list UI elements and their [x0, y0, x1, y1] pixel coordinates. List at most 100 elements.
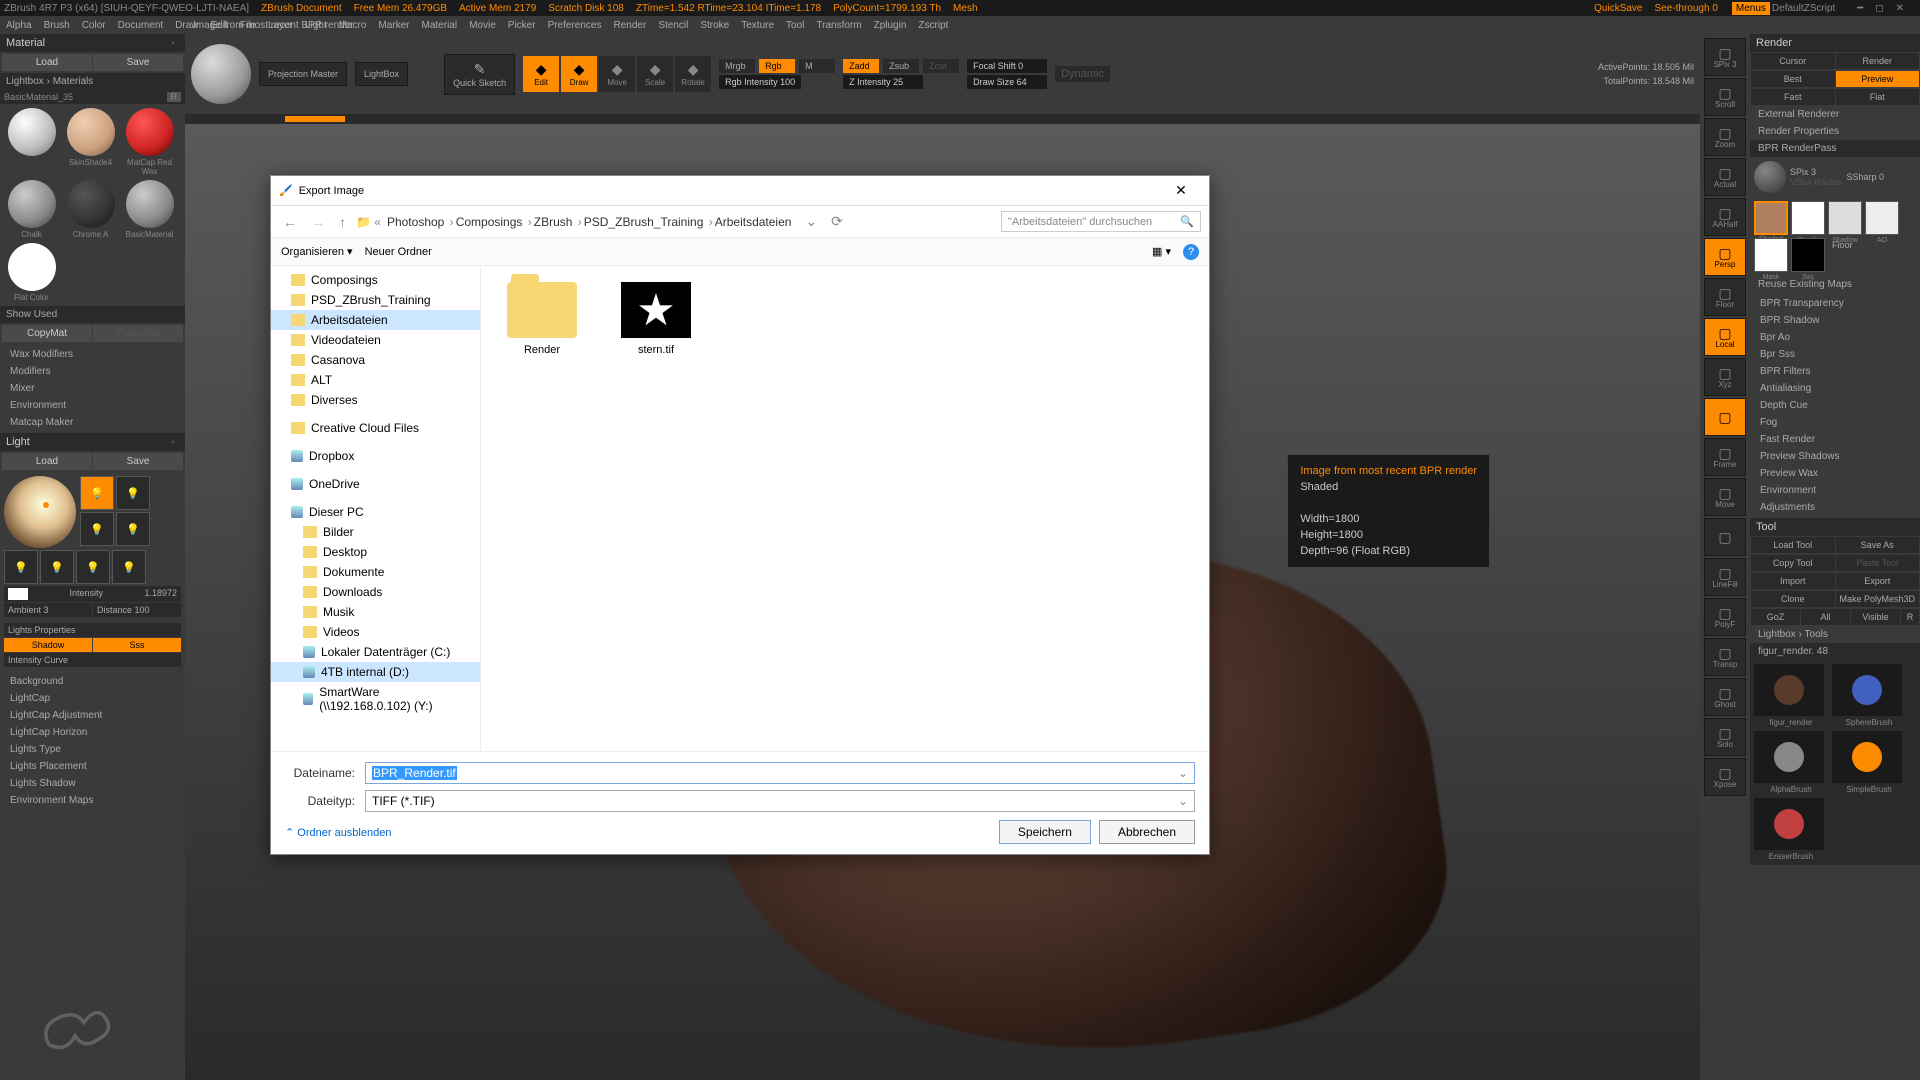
- breadcrumb[interactable]: PhotoshopComposingsZBrushPSD_ZBrush_Trai…: [387, 215, 795, 229]
- material-save-button[interactable]: Save: [93, 54, 183, 71]
- tree-item[interactable]: Dieser PC: [271, 502, 480, 522]
- crumb[interactable]: Composings: [456, 215, 534, 229]
- material-section[interactable]: Environment: [0, 397, 185, 414]
- light-2-toggle[interactable]: 💡: [116, 476, 150, 510]
- light-3-toggle[interactable]: 💡: [80, 512, 114, 546]
- goz-visible-button[interactable]: Visible: [1851, 609, 1900, 625]
- menu-zscript[interactable]: Zscript: [912, 20, 954, 31]
- rtool-zoom[interactable]: ▢Zoom: [1704, 118, 1746, 156]
- tree-item[interactable]: Lokaler Datenträger (C:): [271, 642, 480, 662]
- render-properties[interactable]: Render Properties: [1750, 123, 1920, 140]
- paste-tool-button[interactable]: Paste Tool: [1836, 555, 1920, 571]
- collapse-icon[interactable]: ◦: [167, 37, 179, 49]
- menu-stroke[interactable]: Stroke: [694, 20, 735, 31]
- render-section[interactable]: Fast Render: [1750, 431, 1920, 448]
- hide-folders-button[interactable]: ⌃ Ordner ausblenden: [285, 826, 391, 839]
- file-grid[interactable]: Render★stern.tif: [481, 266, 1209, 751]
- rtool-linefill[interactable]: ▢LineFill: [1704, 558, 1746, 596]
- menu-texture[interactable]: Texture: [735, 20, 780, 31]
- material-swatch[interactable]: Flat Color: [4, 243, 59, 302]
- light-8-toggle[interactable]: 💡: [112, 550, 146, 584]
- material-section[interactable]: Wax Modifiers: [0, 346, 185, 363]
- tool-thumb[interactable]: SphereBrush: [1832, 664, 1906, 727]
- rtool-move[interactable]: ▢Move: [1704, 478, 1746, 516]
- pass-depth[interactable]: Depth: [1791, 201, 1825, 235]
- rtool-local[interactable]: ▢Local: [1704, 318, 1746, 356]
- rtool-blank[interactable]: ▢: [1704, 518, 1746, 556]
- distance-slider[interactable]: Distance 100: [93, 603, 181, 617]
- help-icon[interactable]: ?: [1183, 244, 1199, 260]
- shadow-toggle[interactable]: Shadow: [4, 638, 92, 652]
- clone-button[interactable]: Clone: [1751, 591, 1835, 607]
- r-button[interactable]: R: [167, 92, 182, 102]
- tree-item[interactable]: 4TB internal (D:): [271, 662, 480, 682]
- menu-movie[interactable]: Movie: [463, 20, 502, 31]
- crumb[interactable]: ZBrush: [534, 215, 584, 229]
- render-section[interactable]: Bpr Ao: [1750, 329, 1920, 346]
- rtool-solo[interactable]: ▢Solo: [1704, 718, 1746, 756]
- rtool-xpose[interactable]: ▢Xpose: [1704, 758, 1746, 796]
- rtool-aahalf[interactable]: ▢AAHalf: [1704, 198, 1746, 236]
- rtool-actual[interactable]: ▢Actual: [1704, 158, 1746, 196]
- tool-thumb[interactable]: AlphaBrush: [1754, 731, 1828, 794]
- menu-render[interactable]: Render: [608, 20, 653, 31]
- lightbox-button[interactable]: LightBox: [355, 62, 408, 86]
- save-button[interactable]: Speichern: [999, 820, 1091, 844]
- m-button[interactable]: M: [799, 59, 835, 73]
- rtool-blank[interactable]: ▢: [1704, 398, 1746, 436]
- pastemat-button[interactable]: PasteMat: [93, 325, 183, 342]
- light-panel-header[interactable]: Light◦: [0, 433, 185, 451]
- tree-item[interactable]: ALT: [271, 370, 480, 390]
- render-section[interactable]: Fog: [1750, 414, 1920, 431]
- rtool-frame[interactable]: ▢Frame: [1704, 438, 1746, 476]
- light-section[interactable]: LightCap Horizon: [0, 724, 185, 741]
- collapse-icon[interactable]: ◦: [167, 436, 179, 448]
- menu-marker[interactable]: Marker: [372, 20, 415, 31]
- tree-item[interactable]: Arbeitsdateien: [271, 310, 480, 330]
- search-input[interactable]: "Arbeitsdateien" durchsuchen 🔍: [1001, 211, 1201, 232]
- tree-item[interactable]: Dokumente: [271, 562, 480, 582]
- sss-toggle[interactable]: Sss: [93, 638, 181, 652]
- best-button[interactable]: Best: [1751, 71, 1835, 87]
- rtool-xyz[interactable]: ▢Xyz: [1704, 358, 1746, 396]
- focal-shift-slider[interactable]: Focal Shift 0: [967, 59, 1047, 73]
- light-direction-ball[interactable]: [4, 476, 76, 548]
- tree-item[interactable]: Casanova: [271, 350, 480, 370]
- rgb-intensity-slider[interactable]: Rgb Intensity 100: [719, 75, 801, 89]
- render-section[interactable]: Preview Shadows: [1750, 448, 1920, 465]
- menus-toggle[interactable]: Menus: [1732, 2, 1770, 15]
- tree-item[interactable]: PSD_ZBrush_Training: [271, 290, 480, 310]
- render-section[interactable]: Environment: [1750, 482, 1920, 499]
- light-1-toggle[interactable]: 💡: [80, 476, 114, 510]
- window-min-icon[interactable]: ━: [1857, 3, 1863, 14]
- preview-button[interactable]: Preview: [1836, 71, 1920, 87]
- folder-tree[interactable]: ComposingsPSD_ZBrush_TrainingArbeitsdate…: [271, 266, 481, 751]
- render-section[interactable]: Adjustments: [1750, 499, 1920, 516]
- light-section[interactable]: Environment Maps: [0, 792, 185, 809]
- tree-item[interactable]: SmartWare (\\192.168.0.102) (Y:): [271, 682, 480, 716]
- render-section[interactable]: Bpr Sss: [1750, 346, 1920, 363]
- tree-item[interactable]: Composings: [271, 270, 480, 290]
- light-section[interactable]: LightCap: [0, 690, 185, 707]
- tool-thumb[interactable]: figur_render: [1754, 664, 1828, 727]
- menu-alpha[interactable]: Alpha: [0, 20, 38, 31]
- light-section[interactable]: Lights Shadow: [0, 775, 185, 792]
- menu-zplugin[interactable]: Zplugin: [868, 20, 913, 31]
- nav-up-icon[interactable]: ↑: [335, 214, 350, 230]
- light-section[interactable]: Lights Type: [0, 741, 185, 758]
- pass-shaded[interactable]: Shaded: [1754, 201, 1788, 235]
- zcut-button[interactable]: Zcut: [923, 59, 959, 73]
- material-swatch[interactable]: MatCap Red Wax: [122, 108, 177, 176]
- fast-button[interactable]: Fast: [1751, 89, 1835, 105]
- window-close-icon[interactable]: ✕: [1896, 3, 1904, 14]
- tree-item[interactable]: Creative Cloud Files: [271, 418, 480, 438]
- load-tool-button[interactable]: Load Tool: [1751, 537, 1835, 553]
- close-icon[interactable]: ✕: [1161, 182, 1201, 199]
- crumb[interactable]: Arbeitsdateien: [715, 215, 796, 229]
- goz-r-button[interactable]: R: [1901, 609, 1919, 625]
- tree-item[interactable]: Diverses: [271, 390, 480, 410]
- pass-ao[interactable]: AO: [1865, 201, 1899, 235]
- rtool-spix-3[interactable]: ▢SPix 3: [1704, 38, 1746, 76]
- edit-mode-button[interactable]: ◆Edit: [523, 56, 559, 92]
- render-section[interactable]: BPR Filters: [1750, 363, 1920, 380]
